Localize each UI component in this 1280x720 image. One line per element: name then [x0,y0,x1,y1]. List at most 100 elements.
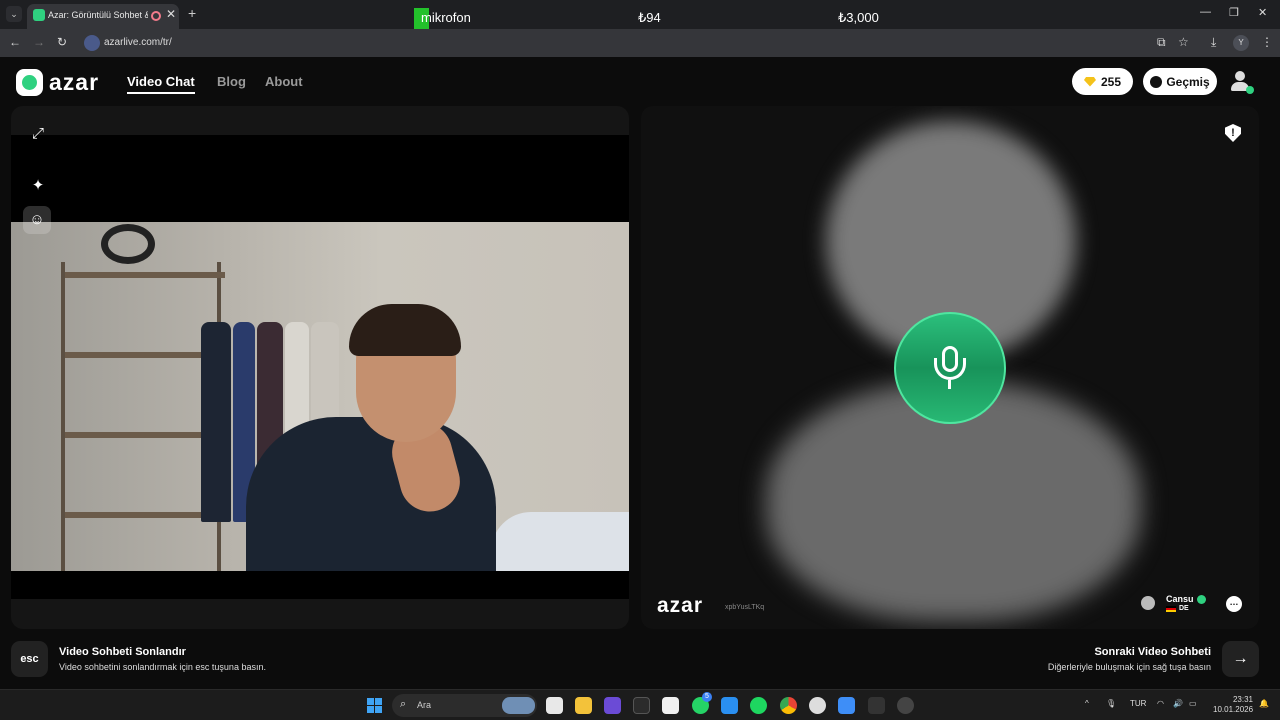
bookmark-star-icon[interactable]: ☆ [1178,35,1189,49]
gem-icon [1083,76,1096,87]
clock-date: 10.01.2026 [1213,705,1254,714]
language-indicator[interactable]: TUR [1130,699,1146,708]
arrow-right-icon: → [1232,650,1249,667]
azar-logo-icon [16,69,43,96]
expand-icon[interactable]: ⤢ [28,124,48,144]
gems-button[interactable]: 255 [1072,68,1133,95]
verified-badge-icon [1197,595,1206,604]
sparkle-icon[interactable]: ✦ [28,176,48,196]
peer-avatar-icon [1141,596,1155,610]
chat-icon[interactable]: … [1226,596,1242,612]
stream-overlay-value-2: ₺3,000 [838,10,879,25]
url-text: azarlive.com/tr/ [104,37,172,48]
new-tab-icon[interactable]: + [188,5,196,21]
task-view-icon[interactable] [546,697,563,714]
nav-about[interactable]: About [265,74,303,89]
obs-icon[interactable] [897,697,914,714]
nav-blog[interactable]: Blog [217,74,246,89]
taskbar-search[interactable]: ⌕ Ara [392,694,537,717]
close-window-icon[interactable]: ✕ [1258,6,1267,19]
browser-tabbar: ⌄ Azar: Görüntülü Sohbet & V ✕ + mikrofo… [0,0,1280,29]
peer-country: DE [1179,605,1189,612]
peer-name: Cansu [1166,594,1194,604]
profile-avatar[interactable]: Y [1233,35,1249,51]
local-video-frame [11,135,629,599]
tray-chevron-icon[interactable]: ^ [1085,699,1089,708]
microphone-button[interactable] [894,312,1006,424]
local-video-panel: ⤢ ✦ ☺ [11,106,629,629]
chrome-icon[interactable] [780,697,797,714]
shelf-image [61,262,225,571]
notification-icon[interactable]: 🔔 [1259,699,1269,708]
battery-icon[interactable]: ▭ [1189,699,1197,708]
gems-count: 255 [1100,74,1122,89]
local-camera-feed [11,222,629,571]
minimize-icon[interactable]: — [1200,6,1211,18]
online-status-icon [1246,86,1254,94]
todo-icon[interactable] [838,697,855,714]
whatsapp-icon[interactable]: 5 [692,692,712,714]
file-explorer-icon[interactable] [575,697,592,714]
session-id: xpbYusLTKq [725,604,765,611]
spotify-icon[interactable] [750,697,767,714]
volume-icon[interactable]: 🔊 [1173,699,1183,708]
vscode-icon[interactable] [721,697,738,714]
search-highlight-image [502,697,535,714]
nav-video-chat[interactable]: Video Chat [127,74,195,94]
next-chat-title: Sonraki Video Sohbeti [1094,646,1211,658]
azar-logo[interactable]: azar [16,69,99,96]
azar-favicon-icon [33,9,45,21]
recording-indicator-icon [151,11,161,21]
twitch-app-icon[interactable] [604,697,621,714]
bed-image [491,512,629,571]
peer-info[interactable]: Cansu DE [1141,593,1211,617]
history-button[interactable]: Geçmiş [1143,68,1217,95]
taskbar-clock[interactable]: 23:31 10.01.2026 [1213,695,1253,715]
user-avatar[interactable] [1228,70,1254,94]
steering-wheel-image [101,224,155,264]
browser-toolbar: ← → ↻ azarlive.com/tr/ ⧉ ☆ ⤓ Y ⋮ [0,29,1280,57]
forward-icon[interactable]: → [33,35,45,49]
stream-overlay-mic-label: mikrofon [421,10,471,25]
tray-mic-icon[interactable]: 🎙 [1106,699,1116,708]
taskbar-search-placeholder: Ara [417,700,432,710]
windows-start-icon[interactable] [367,698,382,713]
face-icon[interactable]: ☺ [23,206,51,234]
app-cube-icon[interactable] [868,697,885,714]
download-icon[interactable]: ⤓ [1211,35,1216,50]
stream-overlay-mic: mikrofon [414,8,476,29]
tab-title: Azar: Görüntülü Sohbet & V [48,10,148,20]
reload-icon[interactable]: ↻ [57,35,67,49]
search-icon: ⌕ [400,698,407,710]
browser-menu-icon[interactable]: ⋮ [1261,35,1273,49]
back-icon[interactable]: ← [9,35,21,49]
wifi-icon[interactable]: ◠ [1157,699,1164,708]
person-hair [349,304,461,356]
azar-page: azar Video Chat Blog About 255 Geçmiş ⤢ … [0,57,1280,689]
remote-video-panel: ! azar xpbYusLTKq Cansu DE … [641,106,1259,629]
next-chat-button[interactable]: → [1222,641,1259,677]
report-icon[interactable]: ! [1225,124,1241,142]
windows-taskbar: ⌕ Ara 5 ^ 🎙 TUR ◠ 🔊 ▭ 23:31 10.01.2026 🔔 [0,689,1280,720]
clock-time: 23:31 [1232,695,1253,704]
tab-search-icon[interactable]: ⌄ [6,6,22,22]
cast-icon[interactable]: ⧉ [1157,35,1166,50]
germany-flag-icon [1166,606,1176,612]
chatgpt-icon[interactable] [809,697,826,714]
microphone-icon [930,346,970,390]
restore-icon[interactable]: ❐ [1229,6,1239,19]
whatsapp-badge: 5 [702,692,712,702]
history-label: Geçmiş [1166,74,1210,89]
address-bar[interactable]: azarlive.com/tr/ [80,32,1200,54]
close-tab-icon[interactable]: ✕ [166,7,176,21]
apple-tv-icon[interactable] [633,697,650,714]
site-info-icon[interactable] [84,35,100,51]
azar-logo-text: azar [49,69,100,95]
notion-icon[interactable] [662,697,679,714]
browser-tab-azar[interactable]: Azar: Görüntülü Sohbet & V ✕ [27,4,179,29]
end-chat-esc-button[interactable]: esc [11,641,48,677]
end-chat-title: Video Sohbeti Sonlandır [59,646,186,658]
person-torso [246,417,496,571]
next-chat-desc: Diğerleriyle buluşmak için sağ tuşa bası… [1047,662,1211,672]
end-chat-desc: Video sohbetini sonlandırmak için esc tu… [59,662,266,672]
